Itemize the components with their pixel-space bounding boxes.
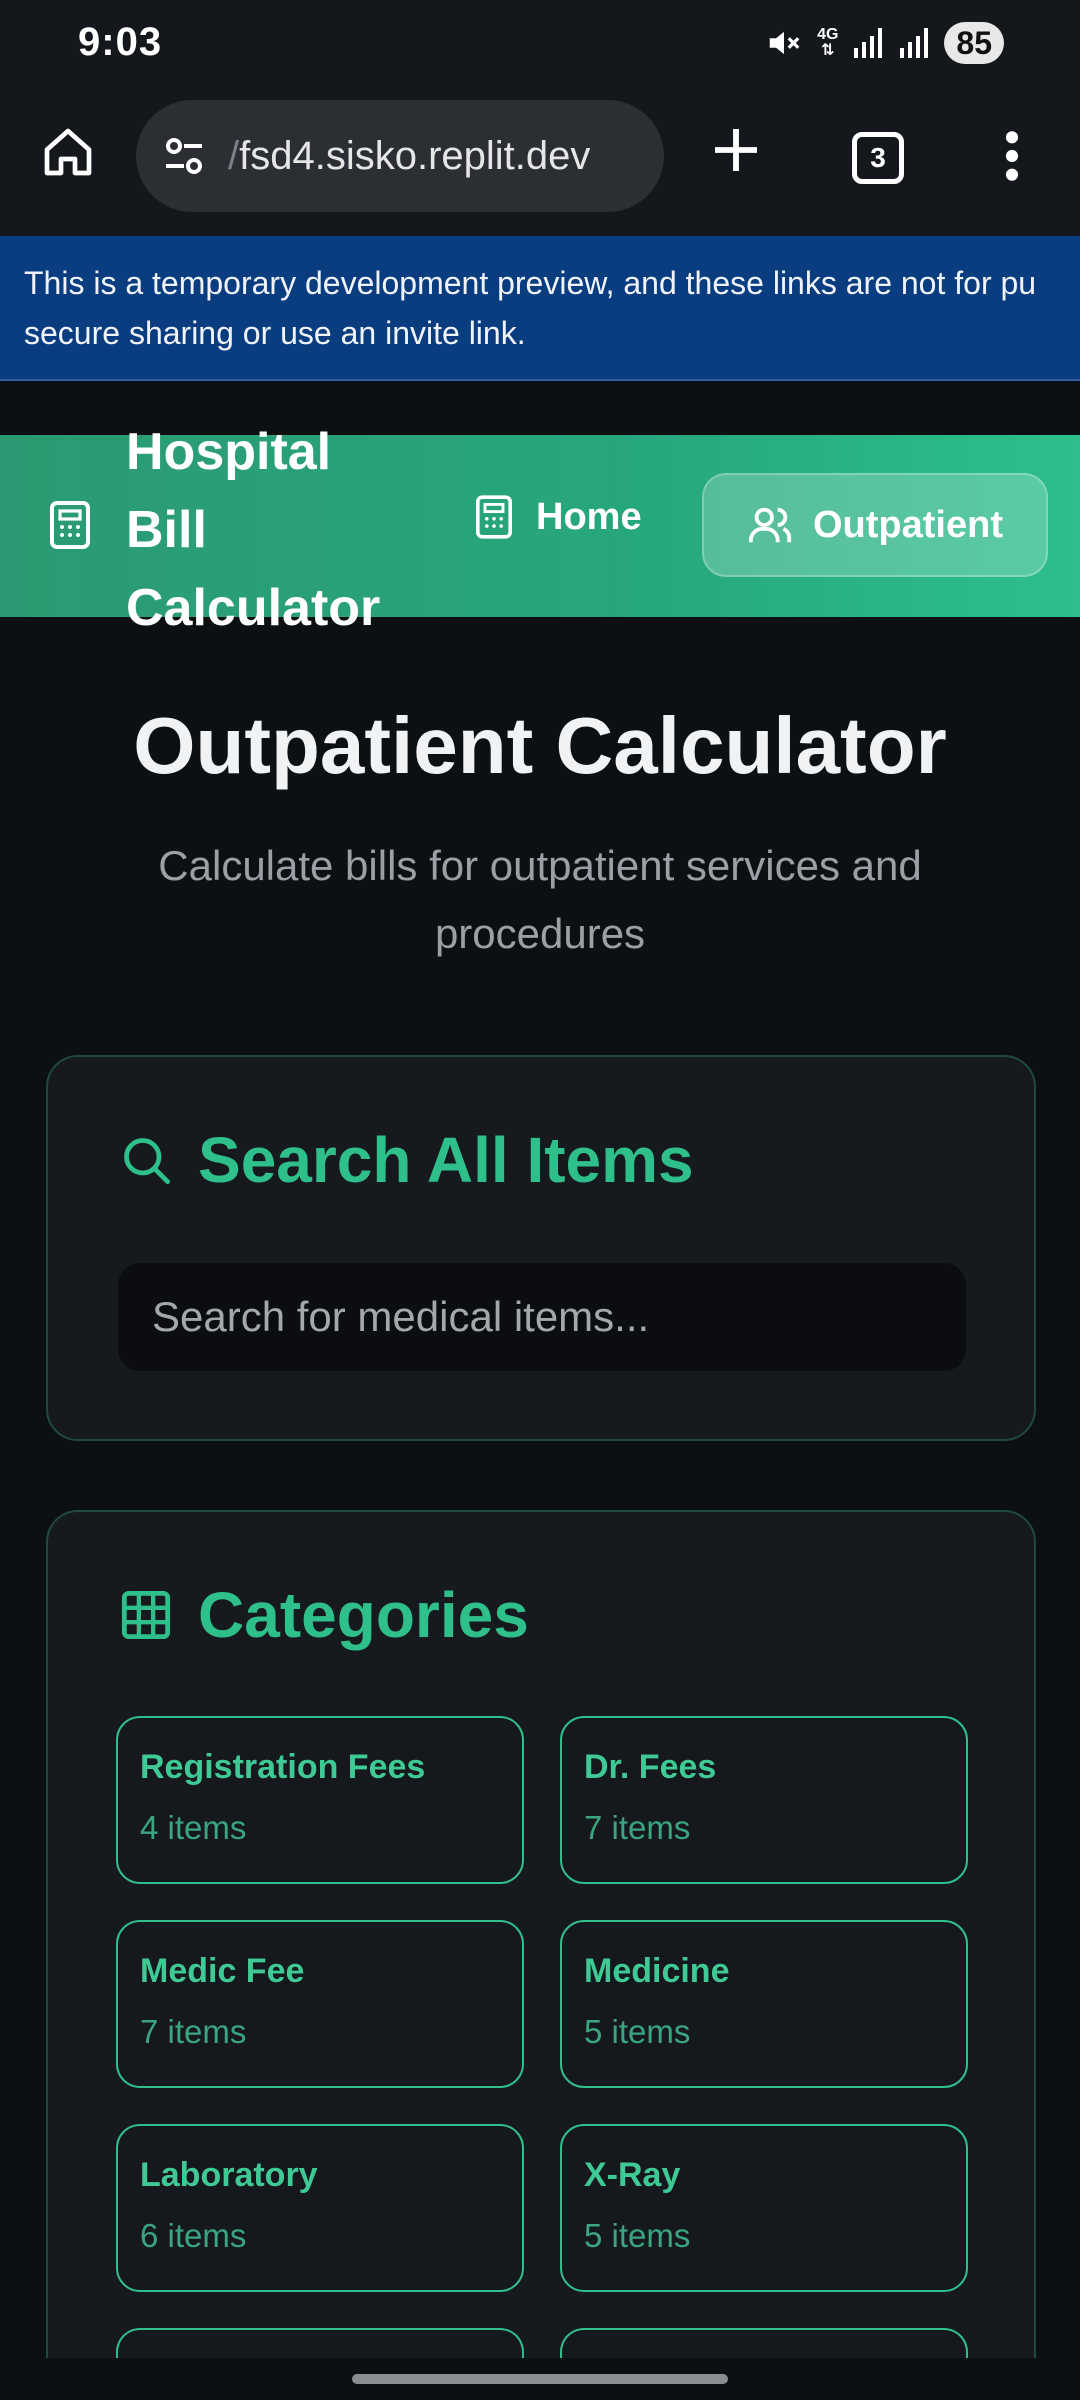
category-x-ray[interactable]: X-Ray 5 items (560, 2124, 968, 2292)
banner-line-2: secure sharing or use an invite link. (24, 315, 526, 351)
category-name: Laboratory (140, 2156, 318, 2194)
page-title: Outpatient Calculator (133, 701, 947, 790)
category-count: 5 items (584, 2217, 691, 2254)
calculator-icon (50, 501, 90, 549)
category-laboratory[interactable]: Laboratory 6 items (116, 2124, 524, 2292)
url-text[interactable]: /fsd4.sisko.replit.dev (228, 134, 590, 179)
category-registration-fees[interactable]: Registration Fees 4 items (116, 1716, 524, 1884)
category-grid: Registration Fees 4 items Dr. Fees 7 ite… (116, 1716, 970, 2388)
category-count: 7 items (140, 2013, 247, 2050)
category-medic-fee[interactable]: Medic Fee 7 items (116, 1920, 524, 2088)
nav-outpatient-link[interactable]: Outpatient (702, 473, 1048, 577)
dev-preview-banner: This is a temporary development preview,… (0, 236, 1080, 381)
search-card: Search All Items (46, 1055, 1036, 1441)
calculator-icon (476, 495, 512, 539)
more-options-icon[interactable] (1000, 128, 1024, 184)
mute-icon (769, 31, 800, 55)
app-title[interactable]: Hospital Bill Calculator (126, 413, 426, 647)
browser-toolbar: /fsd4.sisko.replit.dev 3 (0, 92, 1080, 236)
new-tab-icon[interactable] (708, 122, 764, 178)
site-settings-icon[interactable] (160, 132, 208, 180)
app-header: Hospital Bill Calculator Home Outpatient (0, 423, 1080, 637)
status-icons: 4G ⇅ 85 (765, 22, 1004, 64)
screen: 9:03 4G ⇅ 85 /fsd4.sisko.replit.dev 3 Thi… (0, 0, 1080, 2400)
categories-card: Categories Registration Fees 4 items Dr.… (46, 1510, 1036, 2400)
signal-icon-2 (900, 28, 929, 58)
search-icon (124, 1138, 171, 1185)
category-count: 6 items (140, 2217, 247, 2254)
nav-home-link[interactable]: Home (476, 495, 642, 539)
category-count: 5 items (584, 2013, 691, 2050)
signal-icon (854, 28, 883, 58)
nav-outpatient-label: Outpatient (813, 503, 1003, 546)
search-heading: Search All Items (120, 1123, 694, 1197)
status-time: 9:03 (78, 20, 163, 64)
status-bar: 9:03 4G ⇅ 85 (0, 0, 1080, 92)
categories-heading-text: Categories (198, 1579, 529, 1651)
category-name: Medic Fee (140, 1952, 305, 1990)
page-subtitle: Calculate bills for outpatient services … (158, 842, 922, 957)
category-dr-fees[interactable]: Dr. Fees 7 items (560, 1716, 968, 1884)
category-medicine[interactable]: Medicine 5 items (560, 1920, 968, 2088)
category-name: Registration Fees (140, 1748, 426, 1786)
category-name: Dr. Fees (584, 1748, 717, 1786)
home-icon[interactable] (40, 124, 96, 180)
category-name: Medicine (584, 1952, 730, 1990)
battery-badge: 85 (944, 22, 1004, 64)
gesture-bar[interactable] (352, 2374, 728, 2384)
categories-heading: Categories (120, 1578, 529, 1652)
search-heading-text: Search All Items (198, 1124, 694, 1196)
tab-switcher-button[interactable]: 3 (852, 132, 904, 184)
banner-line-1: This is a temporary development preview,… (24, 265, 1037, 301)
category-count: 7 items (584, 1809, 691, 1846)
nav-home-label: Home (536, 495, 642, 538)
address-bar[interactable]: /fsd4.sisko.replit.dev (136, 100, 664, 212)
search-input[interactable] (118, 1263, 966, 1371)
users-icon (748, 507, 792, 543)
category-count: 4 items (140, 1809, 247, 1846)
grid-icon (121, 1590, 171, 1640)
category-name: X-Ray (584, 2156, 681, 2194)
network-type: 4G ⇅ (817, 26, 839, 59)
